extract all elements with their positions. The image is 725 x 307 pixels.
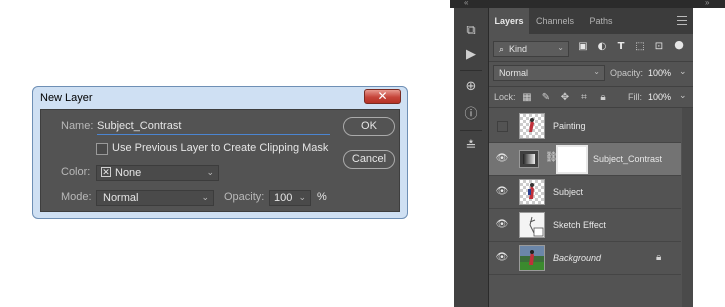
filter-kind-value: Kind xyxy=(509,44,528,54)
layer-row-subject[interactable]: 👁︎ Subject xyxy=(489,176,681,209)
name-field[interactable]: Subject_Contrast xyxy=(97,119,330,135)
lock-icon: 🔒︎ xyxy=(656,252,662,263)
layer-name: Background xyxy=(553,253,602,263)
close-button[interactable]: ✕ xyxy=(364,89,401,104)
eye-icon[interactable]: 👁︎ xyxy=(495,153,509,165)
layer-name: Sketch Effect xyxy=(553,220,606,230)
separator xyxy=(460,130,482,131)
opacity-label: Opacity: xyxy=(224,191,265,203)
adjustment-filter-icon[interactable]: ◐ xyxy=(596,41,608,53)
fill-chevron-icon[interactable]: ⌄ xyxy=(679,90,687,101)
layer-name: Subject xyxy=(553,187,584,197)
smart-object-filter-icon[interactable]: ⊡ xyxy=(653,41,665,53)
mode-value: Normal xyxy=(103,192,139,204)
color-value: None xyxy=(115,167,142,179)
collapse-right-icon[interactable]: » xyxy=(705,0,709,7)
subject-thumb-icon xyxy=(519,179,545,205)
dialog-titlebar[interactable]: New Layer ✕ xyxy=(33,87,407,109)
tab-channels[interactable]: Channels xyxy=(531,8,579,34)
separator xyxy=(460,70,482,71)
visibility-toggle-off[interactable] xyxy=(497,121,508,132)
divider xyxy=(489,107,693,108)
eye-icon[interactable]: 👁︎ xyxy=(495,219,509,231)
divider xyxy=(489,61,693,62)
collapse-left-icon[interactable]: « xyxy=(464,0,468,7)
name-value: Subject_Contrast xyxy=(97,120,182,132)
dialog-title: New Layer xyxy=(40,92,93,104)
name-label: Name: xyxy=(61,120,94,132)
lock-position-icon[interactable]: ✥ xyxy=(559,92,571,104)
dialog-body: Name: Subject_Contrast OK Cancel Use Pre… xyxy=(40,109,400,212)
no-color-icon: ✕ xyxy=(101,167,111,177)
chevron-down-icon: ⌄ xyxy=(593,67,600,76)
lock-pixels-icon[interactable]: ✎ xyxy=(540,92,552,104)
opacity-value: 100 xyxy=(274,192,293,204)
layer-row-background[interactable]: 👁︎ Background 🔒︎ xyxy=(489,242,681,275)
info-icon[interactable]: ⓘ xyxy=(462,106,480,124)
cancel-button[interactable]: Cancel xyxy=(343,150,395,169)
lock-transparent-icon[interactable]: ▦ xyxy=(521,92,533,104)
layer-row-painting[interactable]: Painting xyxy=(489,110,681,143)
opacity-chevron-icon[interactable]: ⌄ xyxy=(679,66,687,77)
search-icon: ⌕ xyxy=(499,44,505,54)
adjustments-icon[interactable]: ⊕ xyxy=(462,78,480,96)
mode-label: Mode: xyxy=(61,191,92,203)
fill-value[interactable]: 100% xyxy=(648,92,671,102)
opacity-field[interactable]: 100 ⌄ xyxy=(269,190,311,206)
tab-layers[interactable]: Layers xyxy=(489,8,529,34)
close-icon: ✕ xyxy=(377,89,388,103)
layers-scrollbar[interactable] xyxy=(682,108,693,307)
lock-label: Lock: xyxy=(494,92,516,102)
chevron-down-icon[interactable]: ⌄ xyxy=(298,192,306,203)
eye-icon[interactable]: 👁︎ xyxy=(495,252,509,264)
photo-thumb-icon xyxy=(519,245,545,271)
color-label: Color: xyxy=(61,166,91,178)
filter-kind-select[interactable]: ⌕ Kind ⌄ xyxy=(493,41,569,57)
panel-tabs: Layers Channels Paths xyxy=(489,8,693,34)
type-filter-icon[interactable]: T xyxy=(615,41,627,53)
blend-mode-select[interactable]: Normal ⌄ xyxy=(493,65,605,81)
layers-panel: Layers Channels Paths ⌕ Kind ⌄ ▣ ◐ T ⬚ ⊡… xyxy=(489,8,693,307)
fill-label: Fill: xyxy=(628,92,642,102)
opacity-label: Opacity: xyxy=(610,68,644,78)
eye-icon[interactable]: 👁︎ xyxy=(495,186,509,198)
chevron-down-icon: ⌄ xyxy=(206,167,214,177)
color-select[interactable]: ✕ None ⌄ xyxy=(96,165,219,181)
clipping-mask-checkbox[interactable] xyxy=(96,143,108,155)
layer-name: Painting xyxy=(553,121,586,131)
pixel-filter-icon[interactable]: ▣ xyxy=(577,41,589,53)
play-action-icon[interactable]: ▶ xyxy=(462,46,480,64)
filter-toggle-icon[interactable]: ● xyxy=(673,39,685,51)
tab-paths[interactable]: Paths xyxy=(583,8,619,34)
ok-button[interactable]: OK xyxy=(343,117,395,136)
lock-artboard-icon[interactable]: ⌗ xyxy=(578,92,590,104)
painting-thumb-icon xyxy=(519,113,545,139)
gradient-swatch xyxy=(523,154,535,164)
sketch-thumb-icon xyxy=(519,212,545,238)
chevron-down-icon: ⌄ xyxy=(557,43,564,52)
mode-select[interactable]: Normal ⌄ xyxy=(96,190,214,206)
chevron-down-icon: ⌄ xyxy=(201,192,209,202)
layer-name: Subject_Contrast xyxy=(593,154,663,164)
lock-all-icon[interactable]: 🔒︎ xyxy=(597,92,609,104)
layer-row-sketch-effect[interactable]: 👁︎ Sketch Effect xyxy=(489,209,681,242)
opacity-value[interactable]: 100% xyxy=(648,68,671,78)
blend-mode-value: Normal xyxy=(499,68,529,78)
shape-filter-icon[interactable]: ⬚ xyxy=(634,41,646,53)
layer-mask-thumbnail[interactable] xyxy=(556,145,588,174)
history-icon[interactable]: ⧉ xyxy=(462,22,480,40)
panel-icon-strip: ⧉ ▶ ⊕ ⓘ ≛ xyxy=(454,8,489,307)
panel-dock-header: « » xyxy=(450,0,725,8)
divider xyxy=(489,86,693,87)
levels-adjustment-icon xyxy=(519,150,539,168)
properties-icon[interactable]: ≛ xyxy=(462,138,480,156)
layer-row-subject-contrast[interactable]: 👁︎ ⛓ Subject_Contrast xyxy=(489,143,681,176)
new-layer-dialog: New Layer ✕ Name: Subject_Contrast OK Ca… xyxy=(32,86,408,219)
panel-menu-icon[interactable] xyxy=(677,16,687,25)
clipping-mask-label: Use Previous Layer to Create Clipping Ma… xyxy=(112,142,329,154)
opacity-unit: % xyxy=(317,191,327,203)
